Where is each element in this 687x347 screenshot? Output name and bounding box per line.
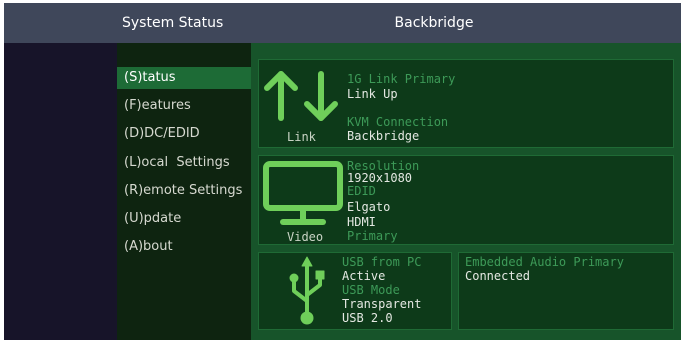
video-card: Video Resolution 1920x1080 EDID Elgato H…	[258, 155, 674, 245]
usb-mode-label: USB Mode	[342, 283, 400, 297]
link-label: 1G Link Primary	[347, 72, 456, 86]
up-down-arrows-icon	[264, 71, 338, 121]
link-card: Link 1G Link Primary Link Up KVM Connect…	[258, 59, 674, 148]
kvm-label: KVM Connection	[347, 115, 449, 129]
audio-value: Connected	[465, 269, 531, 283]
menu-item-update[interactable]: (U)pdate	[117, 208, 251, 230]
menu-item-ddc-edid[interactable]: (D)DC/EDID	[117, 123, 251, 145]
menu-item-local-settings[interactable]: (L)ocal Settings	[117, 152, 251, 174]
left-panel	[4, 43, 117, 340]
link-value: Link Up	[347, 87, 398, 101]
menu-item-status[interactable]: (S)tatus	[117, 67, 251, 89]
header-bar: System Status Backbridge	[4, 3, 681, 43]
edid-value: Elgato	[347, 200, 391, 214]
device-name: Backbridge	[394, 15, 474, 31]
usb-version-value: USB 2.0	[342, 311, 393, 325]
page-title: System Status	[122, 15, 224, 31]
menu-item-features[interactable]: (F)eatures	[117, 95, 251, 117]
usb-icon	[289, 256, 325, 325]
audio-label: Embedded Audio Primary	[465, 255, 624, 269]
screen: System Status Backbridge (S)tatus (F)eat…	[4, 3, 681, 340]
menu-item-about[interactable]: (A)bout	[117, 236, 251, 258]
audio-card: Embedded Audio Primary Connected	[458, 252, 674, 330]
resolution-value: 1920x1080	[347, 171, 413, 185]
monitor-icon	[263, 161, 343, 225]
menu-item-remote-settings[interactable]: (R)emote Settings	[117, 180, 251, 202]
kvm-value: Backbridge	[347, 129, 420, 143]
edid-type: HDMI	[347, 215, 376, 229]
usb-card: USB from PC Active USB Mode Transparent …	[258, 252, 452, 330]
status-content: Link 1G Link Primary Link Up KVM Connect…	[251, 43, 681, 340]
usb-from-pc-label: USB from PC	[342, 255, 422, 269]
edid-label: EDID	[347, 184, 376, 198]
video-caption: Video	[287, 230, 324, 244]
usb-mode-value: Transparent	[342, 297, 422, 311]
edid-source: Primary	[347, 229, 398, 243]
usb-from-pc-value: Active	[342, 269, 386, 283]
link-caption: Link	[287, 130, 316, 144]
side-menu: (S)tatus (F)eatures (D)DC/EDID (L)ocal S…	[117, 43, 251, 340]
